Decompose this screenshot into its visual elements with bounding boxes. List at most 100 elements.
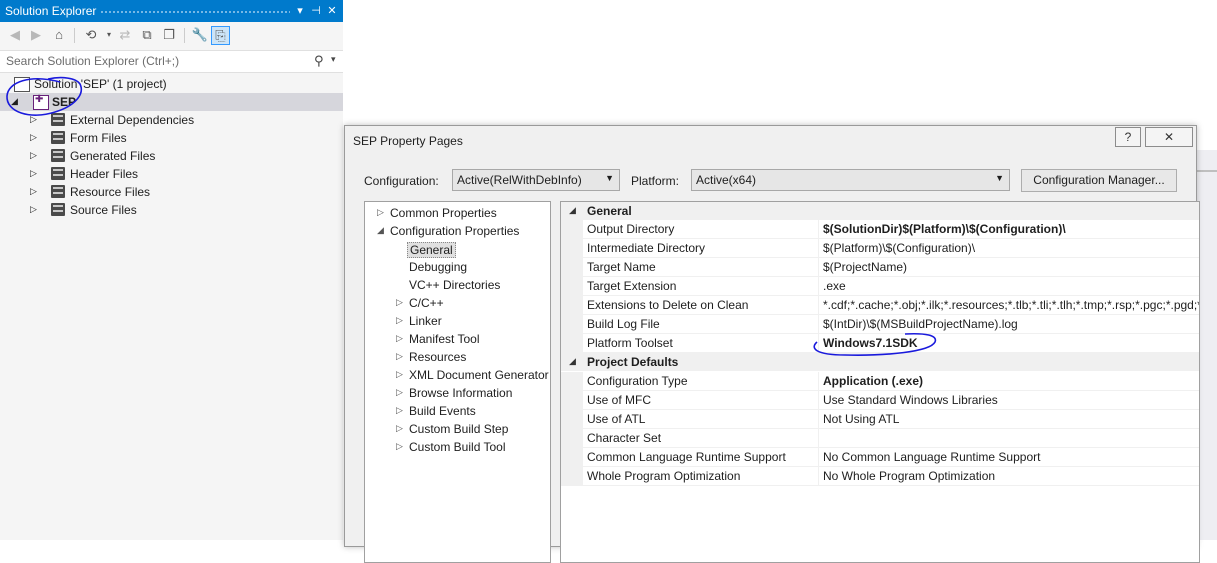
- expand-icon[interactable]: ▷: [396, 387, 403, 398]
- grid-row-clr-support[interactable]: Common Language Runtime Support No Commo…: [561, 448, 1199, 467]
- expand-icon[interactable]: ▷: [30, 132, 37, 143]
- property-value[interactable]: No Common Language Runtime Support: [823, 450, 1040, 464]
- tree-item-resource-files[interactable]: ▷ Resource Files: [0, 183, 343, 201]
- solution-explorer-search[interactable]: Search Solution Explorer (Ctrl+;) ⚲ ▾: [0, 50, 343, 73]
- grid-row-extensions-to-delete[interactable]: Extensions to Delete on Clean *.cdf;*.ca…: [561, 296, 1199, 315]
- folder-icon: [51, 131, 65, 144]
- expand-icon[interactable]: ▷: [377, 207, 384, 218]
- configuration-select[interactable]: Active(RelWithDebInfo) ▼: [452, 169, 620, 191]
- grid-category-general[interactable]: ◢ General: [561, 202, 1199, 220]
- tree-item-label: Configuration Properties: [390, 224, 520, 238]
- property-value[interactable]: Application (.exe): [823, 374, 923, 388]
- search-input[interactable]: Search Solution Explorer (Ctrl+;): [6, 54, 179, 68]
- collapse-icon[interactable]: ◢: [11, 96, 18, 107]
- pin-icon[interactable]: ⊣: [309, 3, 323, 19]
- title-bar-grip[interactable]: [100, 10, 290, 14]
- expand-icon[interactable]: ▷: [396, 405, 403, 416]
- expand-icon[interactable]: ▷: [30, 168, 37, 179]
- property-name: Common Language Runtime Support: [587, 450, 786, 464]
- tree-item-label: Linker: [409, 314, 442, 328]
- property-name: Extensions to Delete on Clean: [587, 298, 749, 312]
- expand-icon[interactable]: ▷: [396, 315, 403, 326]
- grid-row-use-of-atl[interactable]: Use of ATL Not Using ATL: [561, 410, 1199, 429]
- folder-icon: [51, 167, 65, 180]
- expand-icon[interactable]: ▷: [396, 369, 403, 380]
- tree-item-label: Source Files: [70, 203, 137, 217]
- property-value[interactable]: $(IntDir)\$(MSBuildProjectName).log: [823, 317, 1018, 331]
- chevron-down-icon: ▼: [605, 173, 614, 183]
- home-icon[interactable]: ⌂: [50, 26, 68, 44]
- grid-gutter: [561, 391, 583, 410]
- tree-item-form-files[interactable]: ▷ Form Files: [0, 129, 343, 147]
- collapse-all-icon[interactable]: ⧉: [138, 26, 156, 44]
- category-label: Project Defaults: [587, 355, 679, 369]
- tree-item-header-files[interactable]: ▷ Header Files: [0, 165, 343, 183]
- property-value[interactable]: *.cdf;*.cache;*.obj;*.ilk;*.resources;*.…: [823, 298, 1199, 312]
- tree-item-solution[interactable]: Solution 'SEP' (1 project): [0, 75, 343, 93]
- help-button[interactable]: ?: [1115, 127, 1141, 147]
- chevron-down-icon: ▼: [995, 173, 1004, 183]
- tree-item-label: Solution 'SEP' (1 project): [34, 77, 167, 91]
- show-all-files-icon[interactable]: ❐: [160, 26, 178, 44]
- sync-icon[interactable]: ⇄: [116, 26, 134, 44]
- property-value[interactable]: $(SolutionDir)$(Platform)\$(Configuratio…: [823, 222, 1066, 236]
- collapse-icon[interactable]: ◢: [569, 205, 576, 216]
- history-icon[interactable]: ⟲: [82, 26, 100, 44]
- expand-icon[interactable]: ▷: [396, 351, 403, 362]
- grid-row-output-directory[interactable]: Output Directory $(SolutionDir)$(Platfor…: [561, 220, 1199, 239]
- properties-icon[interactable]: 🔧: [191, 26, 209, 44]
- collapse-icon[interactable]: ◢: [569, 356, 576, 367]
- expand-icon[interactable]: ▷: [30, 204, 37, 215]
- configuration-manager-button[interactable]: Configuration Manager...: [1021, 169, 1177, 192]
- configuration-label: Configuration:: [364, 174, 439, 188]
- expand-icon[interactable]: ▷: [396, 441, 403, 452]
- tree-item-generated-files[interactable]: ▷ Generated Files: [0, 147, 343, 165]
- property-value[interactable]: Windows7.1SDK: [823, 336, 918, 350]
- folder-icon: [51, 113, 65, 126]
- dropdown-icon[interactable]: ▾: [293, 3, 307, 19]
- grid-row-use-of-mfc[interactable]: Use of MFC Use Standard Windows Librarie…: [561, 391, 1199, 410]
- expand-icon[interactable]: ▷: [396, 423, 403, 434]
- search-options-icon[interactable]: ▾: [331, 54, 336, 65]
- property-name: Build Log File: [587, 317, 660, 331]
- grid-row-build-log-file[interactable]: Build Log File $(IntDir)\$(MSBuildProjec…: [561, 315, 1199, 334]
- grid-row-target-extension[interactable]: Target Extension .exe: [561, 277, 1199, 296]
- property-value[interactable]: $(ProjectName): [823, 260, 907, 274]
- tree-item-external-dependencies[interactable]: ▷ External Dependencies: [0, 111, 343, 129]
- expand-icon[interactable]: ▷: [396, 333, 403, 344]
- expand-icon[interactable]: ▷: [396, 297, 403, 308]
- expand-icon[interactable]: ▷: [30, 150, 37, 161]
- close-button[interactable]: ✕: [1145, 127, 1193, 147]
- grid-category-project-defaults[interactable]: ◢ Project Defaults: [561, 353, 1199, 371]
- collapse-icon[interactable]: ◢: [377, 225, 384, 236]
- close-icon[interactable]: ✕: [325, 3, 339, 19]
- platform-select[interactable]: Active(x64) ▼: [691, 169, 1010, 191]
- property-value[interactable]: Not Using ATL: [823, 412, 899, 426]
- grid-row-target-name[interactable]: Target Name $(ProjectName): [561, 258, 1199, 277]
- tree-item-project[interactable]: ◢ SEP: [0, 93, 343, 111]
- tree-item-label: Form Files: [70, 131, 127, 145]
- preview-icon[interactable]: ⎘: [211, 26, 230, 45]
- grid-row-configuration-type[interactable]: Configuration Type Application (.exe): [561, 372, 1199, 391]
- grid-row-character-set[interactable]: Character Set: [561, 429, 1199, 448]
- back-icon[interactable]: ◀: [6, 26, 24, 44]
- grid-row-platform-toolset[interactable]: Platform Toolset Windows7.1SDK: [561, 334, 1199, 353]
- property-value[interactable]: $(Platform)\$(Configuration)\: [823, 241, 975, 255]
- property-name: Target Extension: [587, 279, 677, 293]
- platform-label: Platform:: [631, 174, 680, 188]
- expand-icon[interactable]: ▷: [30, 186, 37, 197]
- grid-row-whole-program-optimization[interactable]: Whole Program Optimization No Whole Prog…: [561, 467, 1199, 486]
- grid-row-intermediate-directory[interactable]: Intermediate Directory $(Platform)\$(Con…: [561, 239, 1199, 258]
- search-icon[interactable]: ⚲: [314, 53, 324, 69]
- category-label: General: [587, 204, 632, 218]
- property-category-tree: ▷ Common Properties ◢ Configuration Prop…: [364, 201, 551, 563]
- expand-icon[interactable]: ▷: [30, 114, 37, 125]
- tree-item-source-files[interactable]: ▷ Source Files: [0, 201, 343, 219]
- property-value[interactable]: No Whole Program Optimization: [823, 469, 995, 483]
- property-value[interactable]: .exe: [823, 279, 846, 293]
- property-value[interactable]: Use Standard Windows Libraries: [823, 393, 998, 407]
- solution-explorer-title: Solution Explorer: [5, 4, 97, 18]
- forward-icon[interactable]: ▶: [27, 26, 45, 44]
- grid-gutter: [561, 429, 583, 448]
- property-name: Intermediate Directory: [587, 241, 706, 255]
